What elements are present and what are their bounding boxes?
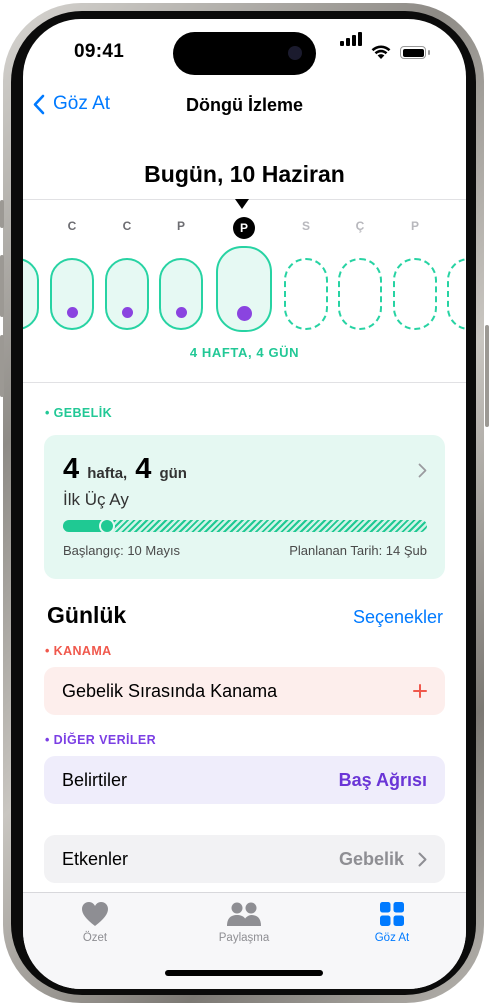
- period-dot: [121, 307, 133, 318]
- pregnancy-progress-label: 4 HAFTA, 4 GÜN: [189, 345, 300, 360]
- day-label: C: [122, 219, 132, 233]
- volume-down-button: [0, 335, 4, 397]
- today-day-label: P: [233, 217, 255, 239]
- day-cell[interactable]: [447, 258, 466, 330]
- tab-sharing[interactable]: Paylaşma: [199, 901, 289, 944]
- options-button[interactable]: Seçenekler: [353, 607, 443, 628]
- tab-summary-label: Özet: [82, 932, 108, 944]
- wifi-icon: [371, 45, 391, 59]
- today-day-cell[interactable]: [216, 246, 272, 332]
- tab-summary[interactable]: Özet: [50, 901, 140, 944]
- home-indicator[interactable]: [165, 970, 323, 976]
- day-cell[interactable]: [393, 258, 437, 330]
- calendar-bottom-divider: [23, 382, 466, 383]
- people-icon: [227, 902, 261, 926]
- factors-row[interactable]: Etkenler Gebelik: [44, 835, 445, 883]
- screen: 09:41 Göz At Döngü İzleme Bugün, 10 Hazi…: [23, 19, 466, 989]
- power-button: [485, 325, 489, 427]
- trimester-label: İlk Üç Ay: [63, 490, 129, 509]
- pregnancy-progress-knob: [99, 518, 115, 534]
- period-dot: [175, 307, 187, 318]
- factors-value: Gebelik: [338, 848, 404, 869]
- day-label: P: [410, 219, 419, 233]
- add-icon[interactable]: [413, 684, 427, 698]
- bleeding-row[interactable]: Gebelik Sırasında Kanama: [44, 667, 445, 715]
- tab-browse-label: Göz At: [374, 932, 410, 944]
- day-cell[interactable]: [105, 258, 149, 330]
- symptoms-row-label: Belirtiler: [62, 769, 128, 790]
- factors-row-label: Etkenler: [62, 848, 129, 869]
- day-label: P: [176, 219, 185, 233]
- day-cell[interactable]: [159, 258, 203, 330]
- camera-icon: [288, 46, 302, 60]
- status-time: 09:41: [74, 41, 125, 62]
- days-value: 4: [135, 453, 152, 485]
- battery-tip: [428, 50, 430, 55]
- pregnancy-card[interactable]: 4 hafta, 4 gün İlk Üç Ay Başlangıç: 10 M…: [44, 435, 445, 579]
- pregnancy-progress-bar: [63, 518, 427, 534]
- symptoms-row[interactable]: Belirtiler Baş Ağrısı: [44, 756, 445, 804]
- day-label: S: [301, 219, 310, 233]
- other-data-section-label: • DİĞER VERİLER: [45, 733, 157, 747]
- pregnancy-section-label: • GEBELİK: [45, 406, 113, 420]
- bleeding-section-label: • KANAMA: [45, 644, 112, 658]
- tab-browse[interactable]: Göz At: [347, 901, 437, 944]
- silent-switch: [0, 200, 4, 228]
- tab-sharing-label: Paylaşma: [218, 932, 270, 944]
- day-cell[interactable]: [284, 258, 328, 330]
- nav-title: Döngü İzleme: [185, 95, 303, 115]
- period-dot: [66, 307, 78, 318]
- battery-icon: [400, 46, 426, 59]
- weeks-unit: hafta,: [87, 465, 128, 482]
- grid-icon: [380, 902, 404, 926]
- chevron-right-icon: [418, 463, 427, 478]
- day-label: C: [67, 219, 77, 233]
- log-title: Günlük: [47, 602, 127, 628]
- day-cell[interactable]: [338, 258, 382, 330]
- day-cell[interactable]: [50, 258, 94, 330]
- day-label: P: [23, 219, 32, 233]
- dynamic-island: [173, 32, 316, 75]
- period-dot: [236, 306, 252, 321]
- today-marker-icon: [235, 199, 249, 209]
- days-unit: gün: [159, 465, 187, 482]
- pregnancy-duration: 4 hafta, 4 gün: [63, 453, 187, 486]
- due-date-label: Planlanan Tarih: 14 Şub: [289, 543, 427, 558]
- date-header: Bugün, 10 Haziran: [144, 161, 345, 187]
- day-label: Ç: [355, 219, 365, 233]
- chevron-right-icon: [418, 852, 427, 866]
- day-cell[interactable]: [23, 258, 39, 330]
- symptoms-value: Baş Ağrısı: [338, 769, 427, 790]
- heart-icon: [82, 902, 108, 926]
- bleeding-row-label: Gebelik Sırasında Kanama: [62, 680, 278, 701]
- weeks-value: 4: [63, 453, 80, 485]
- start-date-label: Başlangıç: 10 Mayıs: [63, 543, 181, 558]
- volume-up-button: [0, 255, 4, 317]
